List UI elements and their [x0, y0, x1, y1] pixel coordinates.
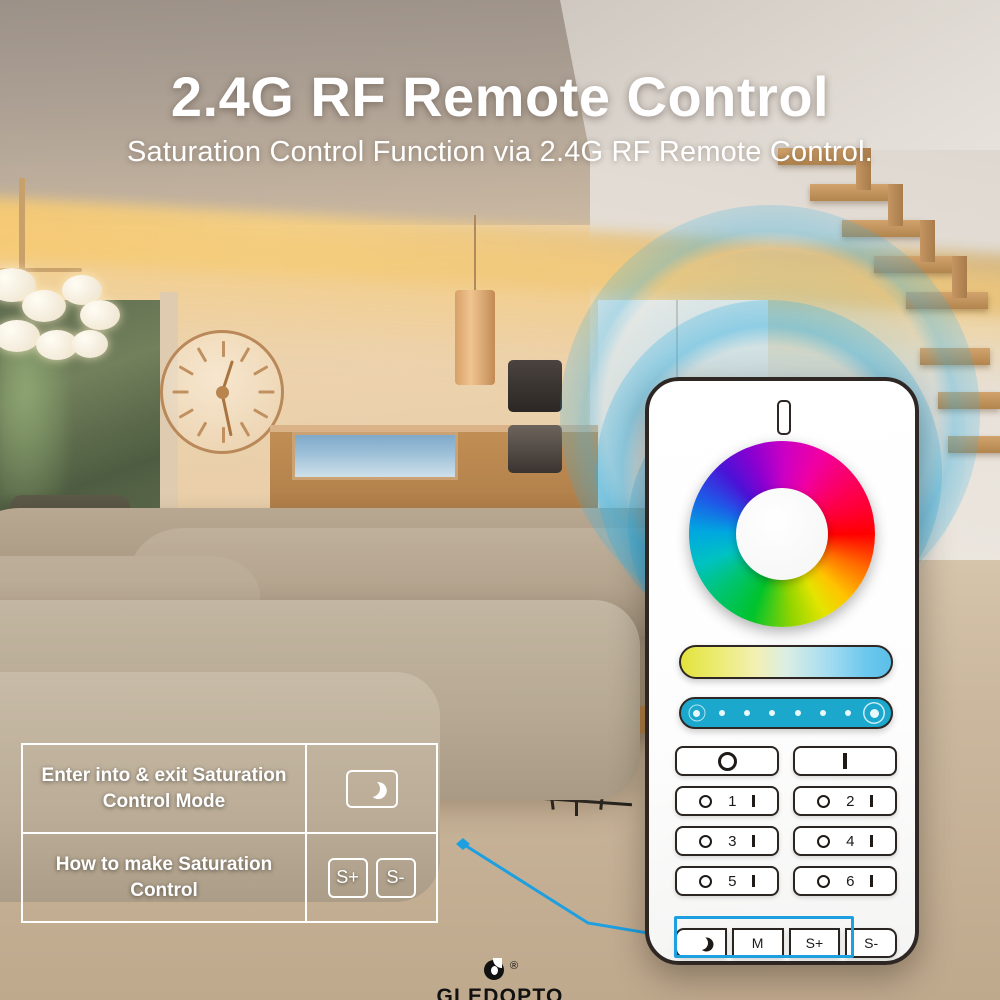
brightness-dot — [769, 710, 776, 716]
brand-name: GLEDOPTO — [436, 985, 564, 1000]
saturation-down-key: S- — [375, 857, 416, 898]
zone-off-icon — [817, 794, 831, 808]
zone-number: 5 — [728, 872, 737, 890]
rf-remote-control: 1 2 3 4 5 6 M S+ S- — [645, 377, 919, 965]
sun-small-icon — [693, 709, 700, 717]
gledopto-g-icon — [482, 958, 508, 984]
table-row: How to make Saturation Control S+ S- — [23, 832, 436, 921]
brand-logo: ® GLEDOPTO — [0, 958, 1000, 1000]
zone-on-icon — [870, 795, 873, 807]
zone-6-button[interactable]: 6 — [793, 866, 897, 896]
zone-off-icon — [699, 834, 713, 848]
pendant-lamp — [455, 290, 495, 385]
zone-off-icon — [699, 794, 713, 808]
chandelier-rod — [19, 178, 25, 273]
zone-off-icon — [817, 834, 831, 848]
zone-2-button[interactable]: 2 — [793, 786, 897, 816]
power-on-icon — [843, 753, 847, 769]
zone-number: 4 — [846, 832, 855, 850]
saturation-up-key: S+ — [327, 857, 368, 898]
table-row: Enter into & exit Saturation Control Mod… — [23, 745, 436, 832]
zone-row: 3 4 — [675, 826, 897, 856]
kitchen-window — [292, 432, 458, 480]
zone-off-icon — [817, 874, 831, 888]
zone-off-icon — [699, 874, 713, 888]
zone-on-icon — [752, 875, 755, 887]
function-row-highlight — [674, 916, 854, 958]
ir-window — [777, 400, 791, 435]
brightness-dot — [744, 710, 751, 716]
cct-slider[interactable] — [679, 645, 893, 679]
zone-4-button[interactable]: 4 — [793, 826, 897, 856]
power-row — [675, 746, 897, 776]
page-title: 2.4G RF Remote Control — [170, 65, 830, 128]
table-row-keys: S+ S- — [307, 834, 436, 921]
zone-on-icon — [870, 835, 873, 847]
zone-number: 6 — [846, 872, 855, 890]
zone-on-icon — [752, 795, 755, 807]
chandelier-globe — [80, 300, 120, 330]
promo-banner: 2.4G RF Remote Control Saturation Contro… — [0, 0, 1000, 1000]
chandelier-globe — [22, 290, 66, 322]
brightness-dot — [844, 710, 851, 716]
zone-row: 5 6 — [675, 866, 897, 896]
pendant-wire — [474, 215, 476, 293]
power-off-icon — [717, 751, 737, 771]
moon-icon — [360, 777, 383, 800]
zone-on-icon — [752, 835, 755, 847]
zone-5-button[interactable]: 5 — [675, 866, 779, 896]
oven-upper — [508, 360, 562, 412]
color-wheel[interactable] — [689, 441, 875, 627]
all-on-button[interactable] — [793, 746, 897, 776]
table-row-keys — [307, 745, 436, 832]
page-subtitle: Saturation Control Function via 2.4G RF … — [127, 136, 873, 168]
registered-icon: ® — [509, 959, 519, 972]
zone-3-button[interactable]: 3 — [675, 826, 779, 856]
instruction-table: Enter into & exit Saturation Control Mod… — [21, 743, 438, 923]
color-wheel-center-button[interactable] — [736, 488, 828, 580]
zone-row: 1 2 — [675, 786, 897, 816]
wall-clock — [160, 330, 284, 454]
zone-on-icon — [870, 875, 873, 887]
brightness-dot — [719, 710, 726, 716]
brightness-dot — [819, 710, 826, 716]
button-grid: 1 2 3 4 5 6 — [675, 746, 897, 906]
table-row-label: How to make Saturation Control — [23, 834, 307, 921]
zone-number: 3 — [728, 832, 737, 850]
zone-number: 1 — [728, 792, 737, 810]
all-off-button[interactable] — [675, 746, 779, 776]
table-row-label: Enter into & exit Saturation Control Mod… — [23, 745, 307, 832]
brightness-slider[interactable] — [679, 697, 893, 729]
zone-1-button[interactable]: 1 — [675, 786, 779, 816]
sun-large-icon — [869, 708, 879, 718]
zone-number: 2 — [846, 792, 855, 810]
night-mode-key — [345, 769, 398, 808]
brightness-dot — [794, 710, 801, 716]
chandelier-globe — [72, 330, 108, 358]
oven-lower — [508, 425, 562, 473]
